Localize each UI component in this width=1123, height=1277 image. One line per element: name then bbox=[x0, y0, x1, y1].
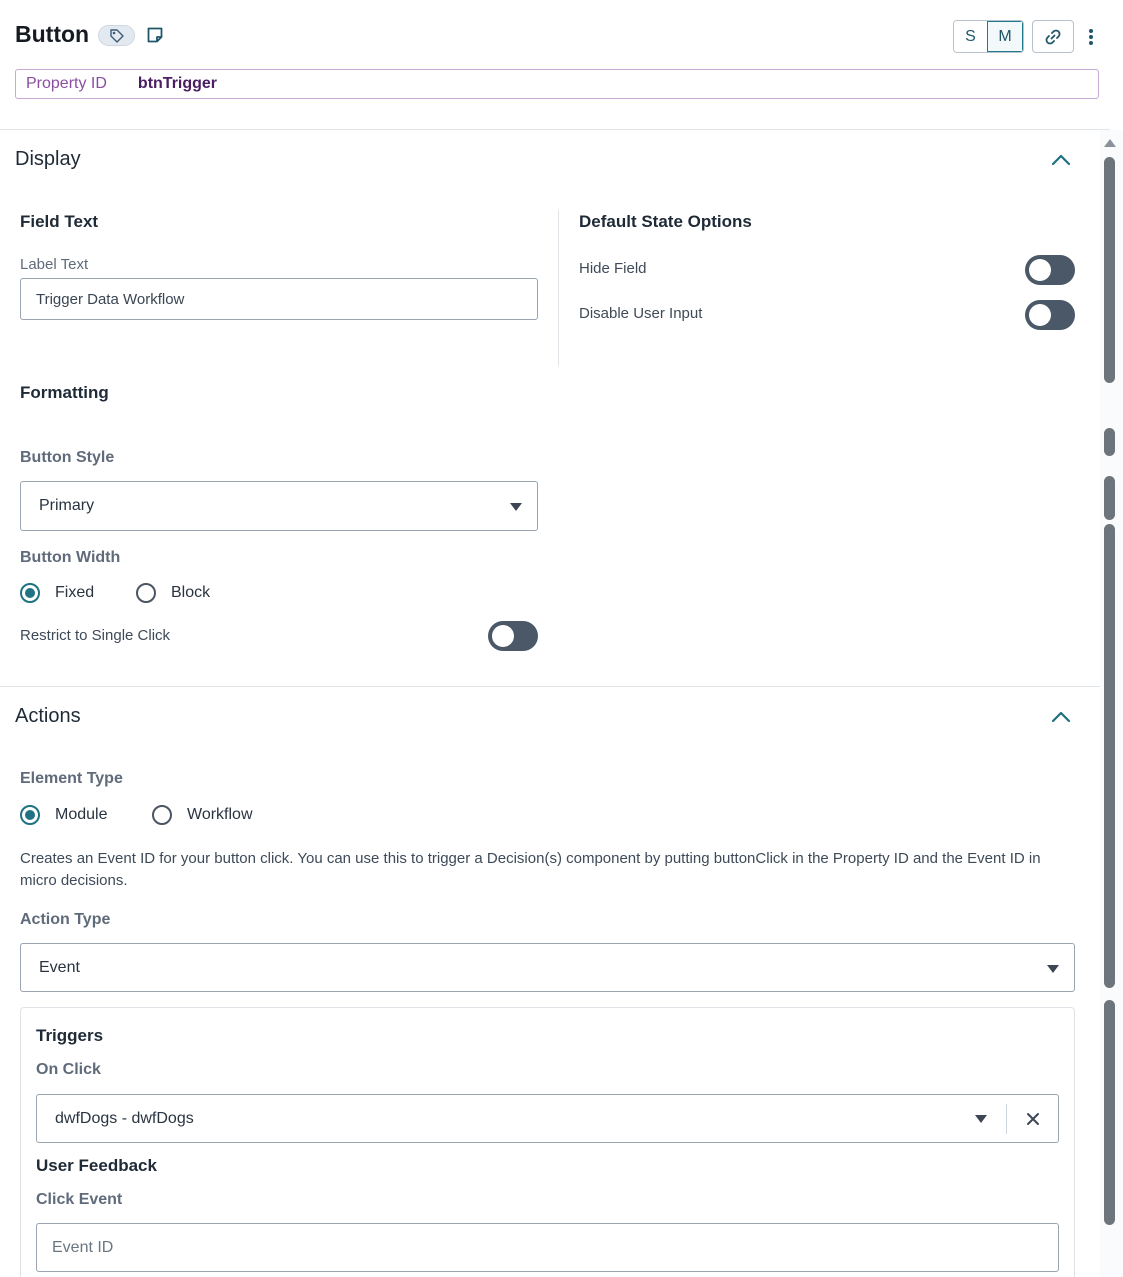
caret-down-icon bbox=[975, 1115, 987, 1123]
on-click-value: dwfDogs - dwfDogs bbox=[55, 1109, 194, 1127]
event-description: Creates an Event ID for your button clic… bbox=[20, 850, 1041, 889]
property-id-label: Property ID bbox=[26, 75, 107, 92]
actions-section-title: Actions bbox=[15, 705, 81, 727]
scrollbar-thumb[interactable] bbox=[1104, 476, 1115, 520]
page-title: Button bbox=[15, 21, 90, 47]
select-separator bbox=[1006, 1104, 1007, 1134]
link-button[interactable] bbox=[1032, 20, 1074, 53]
property-id-field[interactable]: Property ID btnTrigger bbox=[15, 69, 1099, 99]
element-type-module-radio[interactable] bbox=[20, 805, 40, 825]
scrollbar-thumb[interactable] bbox=[1104, 1000, 1115, 1225]
scrollbar-thumb[interactable] bbox=[1104, 428, 1115, 456]
chevron-up-icon[interactable] bbox=[1050, 710, 1072, 724]
disable-input-toggle[interactable] bbox=[1025, 300, 1075, 330]
formatting-heading: Formatting bbox=[20, 383, 109, 402]
on-click-select[interactable]: dwfDogs - dwfDogs bbox=[36, 1094, 1059, 1143]
action-type-label: Action Type bbox=[20, 911, 111, 928]
button-style-value: Primary bbox=[39, 497, 95, 514]
note-button[interactable] bbox=[145, 25, 165, 45]
tag-icon bbox=[109, 28, 124, 43]
display-section-title: Display bbox=[15, 148, 81, 170]
size-toggle-group: S M bbox=[953, 20, 1024, 53]
width-block-label: Block bbox=[171, 584, 211, 601]
user-feedback-heading: User Feedback bbox=[36, 1156, 157, 1175]
size-m-button[interactable]: M bbox=[987, 21, 1023, 52]
restrict-click-toggle[interactable] bbox=[488, 621, 538, 651]
button-width-label: Button Width bbox=[20, 549, 121, 566]
size-s-button[interactable]: S bbox=[954, 21, 987, 52]
close-icon[interactable] bbox=[1026, 1112, 1040, 1126]
element-type-workflow-label: Workflow bbox=[187, 806, 253, 823]
width-block-radio[interactable] bbox=[136, 583, 156, 603]
column-divider bbox=[558, 210, 559, 366]
click-event-input[interactable]: Event ID bbox=[36, 1223, 1059, 1272]
panel-header: Button S M Property ID btnTrigger bbox=[0, 0, 1110, 130]
caret-down-icon bbox=[510, 503, 522, 511]
triggers-heading: Triggers bbox=[36, 1026, 104, 1045]
more-options-button[interactable] bbox=[1083, 24, 1099, 50]
caret-down-icon bbox=[1047, 965, 1059, 973]
label-text-label: Label Text bbox=[20, 256, 89, 273]
click-event-label: Click Event bbox=[36, 1191, 123, 1208]
kebab-menu-icon bbox=[1089, 29, 1093, 45]
width-fixed-label: Fixed bbox=[55, 584, 95, 601]
element-type-label: Element Type bbox=[20, 770, 123, 787]
on-click-label: On Click bbox=[36, 1061, 101, 1078]
default-state-heading: Default State Options bbox=[579, 212, 752, 231]
width-fixed-radio[interactable] bbox=[20, 583, 40, 603]
chevron-up-icon[interactable] bbox=[1050, 153, 1072, 167]
scroll-up-arrow-icon[interactable] bbox=[1104, 139, 1116, 147]
restrict-click-label: Restrict to Single Click bbox=[20, 627, 171, 644]
label-text-input[interactable]: Trigger Data Workflow bbox=[20, 278, 538, 320]
link-icon bbox=[1045, 29, 1061, 44]
button-style-label: Button Style bbox=[20, 449, 115, 466]
hide-field-label: Hide Field bbox=[579, 260, 647, 277]
hide-field-toggle[interactable] bbox=[1025, 255, 1075, 285]
disable-input-label: Disable User Input bbox=[579, 305, 703, 322]
tag-button[interactable] bbox=[98, 25, 135, 46]
element-type-workflow-radio[interactable] bbox=[152, 805, 172, 825]
section-divider bbox=[0, 686, 1100, 687]
field-text-heading: Field Text bbox=[20, 212, 99, 231]
action-type-select[interactable]: Event bbox=[20, 943, 1075, 992]
element-type-module-label: Module bbox=[55, 806, 108, 823]
scrollbar-thumb[interactable] bbox=[1104, 157, 1115, 383]
note-icon bbox=[147, 27, 163, 43]
property-id-value: btnTrigger bbox=[137, 75, 218, 92]
scrollbar-thumb[interactable] bbox=[1104, 524, 1115, 988]
button-style-select[interactable]: Primary bbox=[20, 481, 538, 531]
action-type-value: Event bbox=[39, 958, 80, 976]
